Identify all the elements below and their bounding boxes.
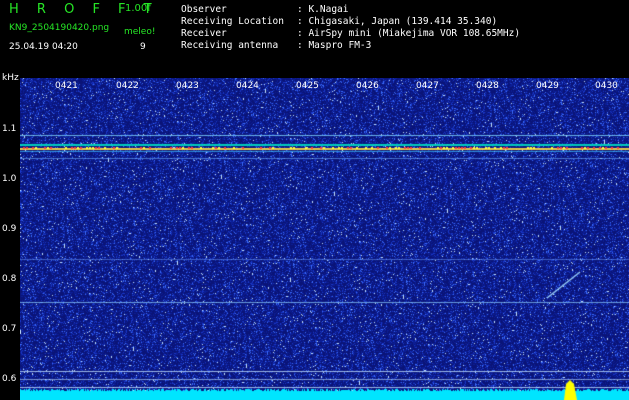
time-tick-label: 0425 xyxy=(296,81,319,91)
freq-tick-label: 0.7 xyxy=(2,324,17,334)
location-key: Receiving Location xyxy=(181,16,284,27)
meleo-value: 9 xyxy=(140,42,146,52)
observer-key: Observer xyxy=(181,4,227,15)
freq-tick-label: 0.6 xyxy=(2,374,17,384)
freq-tick-label: 0.8 xyxy=(2,274,17,284)
antenna-key: Receiving antenna xyxy=(181,40,279,51)
time-tick-label: 0421 xyxy=(55,81,78,91)
version-label: 1.00f xyxy=(125,3,151,14)
antenna-value: : Maspro FM-3 xyxy=(297,40,372,51)
time-tick-label: 0423 xyxy=(176,81,199,91)
datetime-label: 25.04.19 04:20 xyxy=(9,42,78,52)
time-tick-label: 0429 xyxy=(536,81,559,91)
location-value: : Chigasaki, Japan (139.414 35.340) xyxy=(297,16,498,27)
time-tick-label: 0428 xyxy=(476,81,499,91)
observer-value: : K.Nagai xyxy=(297,4,349,15)
time-tick-label: 0422 xyxy=(116,81,139,91)
freq-tick-label: 1.1 xyxy=(2,124,17,134)
time-tick-label: 0426 xyxy=(356,81,379,91)
freq-tick-label: 0.9 xyxy=(2,224,17,234)
filename-label: KN9_2504190420.png xyxy=(9,23,110,33)
spectrogram-canvas xyxy=(20,78,629,400)
time-tick-label: 0430 xyxy=(595,81,618,91)
time-tick-label: 0424 xyxy=(236,81,259,91)
meleo-label: meleo! xyxy=(124,27,156,37)
time-tick-label: 0427 xyxy=(416,81,439,91)
receiver-value: : AirSpy mini (Miakejima VOR 108.65MHz) xyxy=(297,28,521,39)
receiver-key: Receiver xyxy=(181,28,227,39)
freq-unit-label: kHz xyxy=(2,73,19,83)
freq-tick-label: 1.0 xyxy=(2,174,17,184)
